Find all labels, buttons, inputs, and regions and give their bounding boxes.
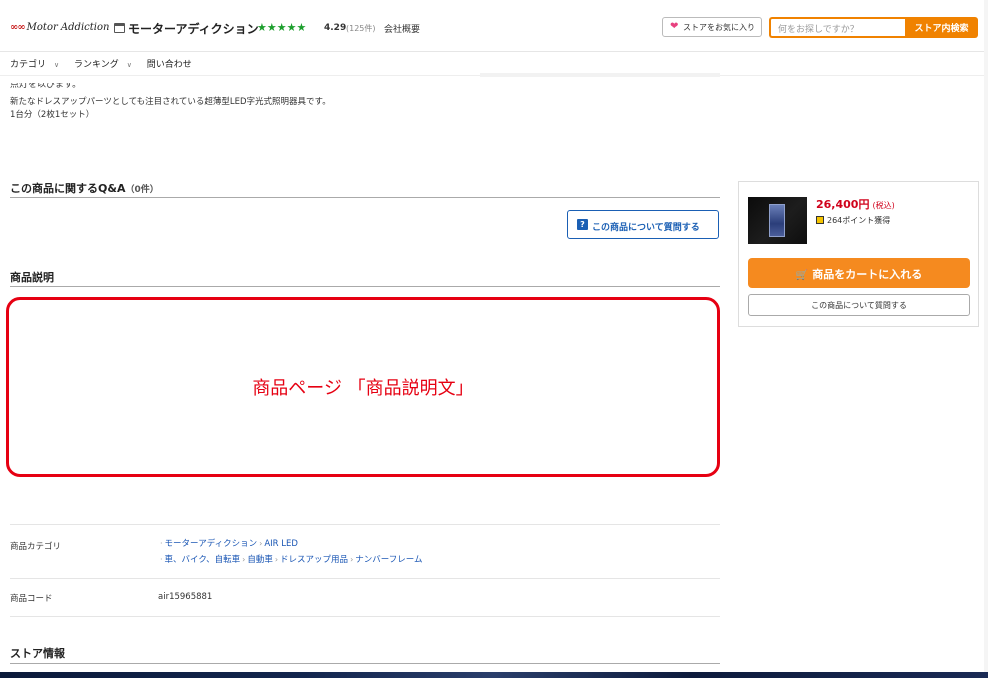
- store-search-button[interactable]: ストア内検索: [905, 17, 978, 38]
- bullet-icon: ·: [160, 539, 163, 548]
- table-line: [10, 616, 720, 617]
- scrollbar-track[interactable]: [984, 0, 988, 672]
- chevron-down-icon: ∨: [54, 61, 60, 69]
- company-info-link[interactable]: 会社概要: [384, 22, 420, 35]
- product-image: [769, 204, 785, 237]
- rating-value: 4.29: [324, 23, 347, 33]
- qa-section-title: この商品に関するQ&A（0件）: [10, 180, 159, 196]
- product-code-value: air15965881: [158, 592, 213, 602]
- category-nav: カテゴリ ∨ ランキング ∨ 問い合わせ: [10, 57, 198, 70]
- tax-label: (税込): [872, 201, 895, 210]
- ask-question-button[interactable]: ? この商品について質問する: [567, 210, 719, 239]
- chevron-right-icon: ›: [259, 539, 263, 548]
- store-logo[interactable]: ∞∞ Motor Addiction: [10, 22, 109, 33]
- favorite-store-label: ストアをお気に入り: [683, 23, 755, 32]
- store-info-divider: [10, 663, 720, 664]
- add-to-cart-button[interactable]: 🛒 商品をカートに入れる: [748, 258, 970, 288]
- nav-category-label: カテゴリ: [10, 60, 47, 70]
- chevron-right-icon: ›: [350, 555, 354, 564]
- points-icon: [816, 216, 824, 224]
- chevron-down-icon: ∨: [126, 61, 132, 69]
- price-value: 26,400円: [816, 198, 870, 211]
- product-code-label: 商品コード: [10, 594, 53, 604]
- store-icon: [114, 23, 125, 33]
- category-path-2: · 車、バイク、自転車 › 自動車 › ドレスアップ用品 › ナンバーフレーム: [158, 553, 423, 565]
- heart-icon: ❤: [670, 21, 679, 32]
- nav-ranking-label: ランキング: [74, 60, 119, 70]
- category-path-1: · モーターアディクション › AIR LED: [158, 537, 298, 549]
- bottom-banner-strip: [0, 672, 988, 678]
- category-link[interactable]: ナンバーフレーム: [355, 555, 422, 565]
- category-link[interactable]: 自動車: [247, 555, 273, 565]
- nav-category[interactable]: カテゴリ ∨: [10, 60, 65, 70]
- top-shadow: [480, 73, 720, 77]
- description-placeholder-text: 商品ページ 「商品説明文」: [252, 378, 474, 399]
- description-divider: [10, 286, 720, 287]
- points-info: 264ポイント獲得: [816, 215, 890, 226]
- favorite-store-button[interactable]: ❤ ストアをお気に入り: [662, 17, 762, 37]
- logo-text: Motor Addiction: [26, 22, 110, 33]
- store-header: ∞∞ Motor Addiction モーターアディクション ★★★★★ 4.29…: [0, 0, 988, 70]
- bullet-icon: ·: [160, 555, 163, 564]
- search-input[interactable]: 何をお探しですか？: [769, 17, 905, 38]
- chevron-right-icon: ›: [274, 555, 279, 564]
- cart-icon: 🛒: [795, 270, 809, 281]
- category-label: 商品カテゴリ: [10, 542, 62, 552]
- category-link[interactable]: ドレスアップ用品: [280, 555, 348, 565]
- category-link[interactable]: AIR LED: [264, 539, 298, 549]
- price: 26,400円 (税込): [816, 196, 895, 212]
- table-line: [10, 524, 720, 525]
- category-link[interactable]: 車、バイク、自転車: [165, 555, 241, 565]
- description-title: 商品説明: [10, 271, 54, 284]
- nav-ranking[interactable]: ランキング ∨: [74, 60, 138, 70]
- product-thumbnail[interactable]: [748, 197, 807, 244]
- qa-title-text: この商品に関するQ&A: [10, 182, 126, 195]
- points-text: 264ポイント獲得: [827, 216, 891, 225]
- logo-mark: ∞∞: [10, 22, 26, 33]
- category-link[interactable]: モーターアディクション: [165, 539, 258, 549]
- review-count-link[interactable]: (125件): [346, 23, 376, 34]
- nav-contact[interactable]: 問い合わせ: [147, 60, 192, 70]
- add-to-cart-label: 商品をカートに入れる: [812, 268, 923, 281]
- chevron-right-icon: ›: [242, 555, 246, 564]
- store-info-title: ストア情報: [10, 647, 65, 660]
- description-placeholder-box: 商品ページ 「商品説明文」: [6, 297, 720, 477]
- cut-off-text: 点灯を以びます。: [10, 83, 82, 90]
- store-name-link[interactable]: モーターアディクション: [128, 20, 259, 37]
- description-line-2: 1台分（2枚1セット）: [10, 110, 95, 120]
- question-icon: ?: [577, 219, 588, 230]
- sidebar-ask-question-button[interactable]: この商品について質問する: [748, 294, 970, 316]
- purchase-panel: 26,400円 (税込) 264ポイント獲得 🛒 商品をカートに入れる この商品につ…: [738, 181, 979, 327]
- table-line: [10, 578, 720, 579]
- qa-divider: [10, 197, 720, 198]
- ask-question-label: この商品について質問する: [592, 223, 700, 233]
- qa-count: （0件）: [125, 185, 159, 195]
- description-line-1: 新たなドレスアップパーツとしても注目されている超薄型LED字光式照明器具です。: [10, 97, 331, 107]
- rating-stars: ★★★★★: [257, 21, 307, 34]
